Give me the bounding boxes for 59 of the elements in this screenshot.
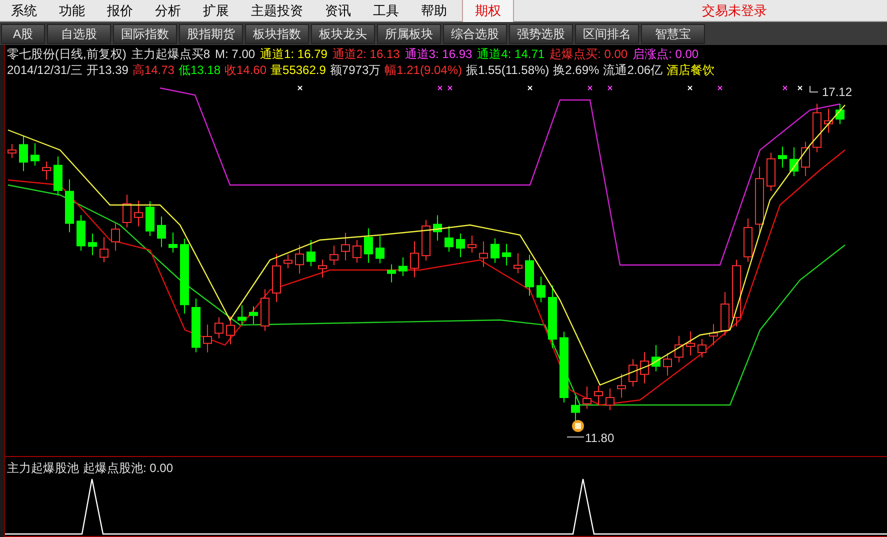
menu-item[interactable]: 扩展 [192,4,240,17]
login-status[interactable]: 交易未登录 [702,0,767,20]
indicator-reading: 通道1: 16.79 [260,47,328,61]
cross-mark-icon [798,86,802,90]
quote-field: 幅1.21(9.04%) [384,63,462,77]
menu-item[interactable]: 系统 [0,4,48,17]
cross-mark-icon [718,86,722,90]
cross-mark-icon [528,86,532,90]
menu-item[interactable]: 帮助 [410,4,458,17]
cross-mark-icon [298,86,302,90]
menu-item[interactable]: 期权 [462,0,514,22]
price-label: 11.80 [585,431,614,445]
indicator-reading: 通道4: 14.71 [477,47,545,61]
toolbar-button[interactable]: 强势选股 [509,24,573,44]
indicator-reading: 零七股份(日线,前复权) [7,47,126,61]
indicator-reading: 通道2: 16.13 [332,47,400,61]
cross-mark-icon [688,86,692,90]
quote-field: 收14.60 [224,63,267,77]
toolbar-button[interactable]: 板块指数 [245,24,309,44]
menu-item[interactable]: 报价 [96,4,144,17]
toolbar-button[interactable]: A股 [1,24,45,44]
indicator-reading: 主力起爆点买8 [131,47,210,61]
quote-field: 换2.69% [553,63,600,77]
indicator-reading: M: 7.00 [215,47,256,61]
toolbar-button[interactable]: 智慧宝 [641,24,705,44]
indicator-reading: 启涨点: 0.00 [632,47,699,61]
toolbar-button[interactable]: 区间排名 [575,24,639,44]
menu-item[interactable]: 工具 [362,4,410,17]
menu-item[interactable]: 主题投资 [240,4,314,17]
quote-field: 额7973万 [330,63,381,77]
quote-field: 高14.73 [132,63,174,77]
cross-mark-icon [448,86,452,90]
quote-field: 2014/12/31/三 [7,63,82,77]
toolbar-button[interactable]: 综合选股 [443,24,507,44]
quote-field: 流通2.06亿 [603,63,663,77]
toolbar-button[interactable]: 自选股 [47,24,111,44]
toolbar-button[interactable]: 股指期货 [179,24,243,44]
quote-field: 开13.39 [86,63,128,77]
quote-field: 振1.55(11.58%) [466,63,550,77]
panel-title: 主力起爆股池 [7,460,79,477]
toolbar-button[interactable]: 国际指数 [113,24,177,44]
toolbar-button[interactable]: 所属板块 [377,24,441,44]
quote-field: 低13.18 [178,63,220,77]
menu-item[interactable]: 分析 [144,4,192,17]
menu-item[interactable]: 资讯 [314,4,362,17]
indicator-reading: 通道3: 16.93 [404,47,472,61]
leader-line [810,86,818,92]
cross-mark-icon [608,86,612,90]
quote-field: 量55362.9 [270,63,326,77]
price-label: 17.12 [822,85,852,99]
quote-field: 酒店餐饮 [666,63,715,77]
toolbar-button[interactable]: 板块龙头 [311,24,375,44]
leader-line [566,436,584,438]
menu-item[interactable]: 功能 [48,4,96,17]
cross-mark-icon [438,86,442,90]
indicator-reading: 起爆点股池: 0.00 [83,460,174,477]
indicator-reading: 起爆点买: 0.00 [550,47,628,61]
cross-mark-icon [588,86,592,90]
cross-mark-icon [782,86,788,90]
